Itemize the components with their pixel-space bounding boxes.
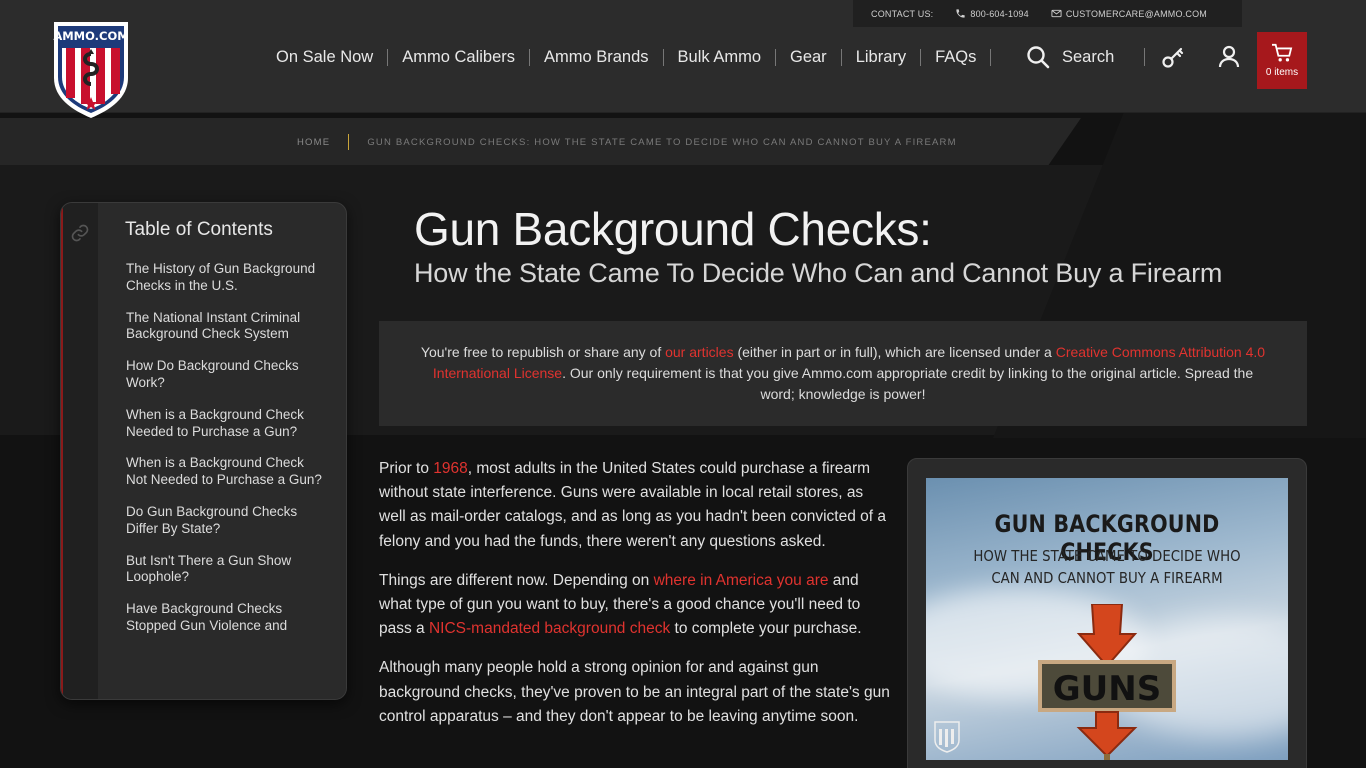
email-link[interactable]: CUSTOMERCARE@AMMO.COM: [1051, 8, 1207, 19]
phone-link[interactable]: 800-604-1094: [955, 8, 1029, 19]
cart-button[interactable]: 0 items: [1257, 32, 1307, 89]
featured-image: GUN BACKGROUND CHECKS HOW THE STATE CAME…: [926, 478, 1288, 760]
login-key-button[interactable]: [1161, 44, 1187, 70]
breadcrumb-current: GUN BACKGROUND CHECKS: HOW THE STATE CAM…: [367, 136, 957, 148]
our-articles-link[interactable]: our articles: [665, 344, 733, 360]
key-icon: [1162, 47, 1184, 68]
page-subtitle: How the State Came To Decide Who Can and…: [414, 258, 1223, 288]
contact-bar: CONTACT US: 800-604-1094 CUSTOMERCARE@AM…: [853, 0, 1242, 27]
page-title: Gun Background Checks:: [414, 203, 932, 255]
toc-item[interactable]: How Do Background Checks Work?: [126, 358, 326, 392]
paragraph: Although many people hold a strong opini…: [379, 659, 890, 725]
search-button[interactable]: Search: [1026, 44, 1114, 70]
search-label: Search: [1062, 47, 1115, 66]
toc-rail: [61, 203, 98, 699]
toc-item[interactable]: Do Gun Background Checks Differ By State…: [126, 504, 326, 538]
cart-count: 0 items: [1265, 67, 1299, 78]
ammo-logo[interactable]: AMMO.COM: [52, 20, 130, 120]
toc-list: The History of Gun Background Checks in …: [126, 261, 326, 650]
nav-faqs[interactable]: FAQs: [921, 48, 990, 67]
link-icon[interactable]: [70, 223, 90, 243]
nav-on-sale[interactable]: On Sale Now: [262, 48, 387, 67]
nav-ammo-calibers[interactable]: Ammo Calibers: [388, 48, 529, 67]
notice-text: . Our only requirement is that you give …: [562, 365, 1254, 402]
breadcrumb-divider: [348, 134, 350, 150]
toc-item[interactable]: When is a Background Check Not Needed to…: [126, 455, 326, 489]
nav-library[interactable]: Library: [842, 48, 920, 67]
toc-fade: [98, 669, 346, 699]
toc-item[interactable]: Have Background Checks Stopped Gun Viole…: [126, 601, 326, 635]
contact-label: CONTACT US:: [871, 8, 934, 19]
logo-text: AMMO.COM: [53, 29, 128, 43]
nav-divider: [1144, 48, 1145, 66]
ammo-watermark-logo: [934, 721, 960, 753]
email-address: CUSTOMERCARE@AMMO.COM: [1065, 8, 1208, 19]
cart-icon: [1272, 43, 1293, 62]
toc-item[interactable]: When is a Background Check Needed to Pur…: [126, 407, 326, 441]
table-of-contents: Table of Contents The History of Gun Bac…: [60, 202, 347, 700]
toc-item[interactable]: The National Instant Criminal Background…: [126, 310, 326, 344]
site-header: CONTACT US: 800-604-1094 CUSTOMERCARE@AM…: [0, 0, 1366, 118]
article-body: Prior to 1968, most adults in the United…: [379, 457, 891, 744]
paragraph-text: to complete your purchase.: [670, 620, 862, 638]
account-button[interactable]: [1216, 44, 1242, 70]
guns-sign-graphic: GUNS: [1038, 604, 1176, 760]
sign-text: GUNS: [1053, 669, 1161, 709]
paragraph-text: Prior to: [379, 460, 434, 477]
toc-item[interactable]: The History of Gun Background Checks in …: [126, 261, 326, 295]
user-icon: [1218, 45, 1240, 68]
main-nav: On Sale Now Ammo Calibers Ammo Brands Bu…: [262, 44, 992, 70]
mail-icon: [1051, 9, 1062, 18]
where-in-america-link[interactable]: where in America you are: [654, 572, 829, 589]
nav-ammo-brands[interactable]: Ammo Brands: [530, 48, 663, 67]
paragraph: Prior to 1968, most adults in the United…: [379, 457, 891, 554]
paragraph-text: Things are different now. Depending on: [379, 571, 654, 589]
image-subtitle: HOW THE STATE CAME TO DECIDE WHO CAN AND…: [951, 545, 1262, 589]
nav-bulk-ammo[interactable]: Bulk Ammo: [664, 48, 775, 67]
paragraph: Things are different now. Depending on w…: [379, 569, 891, 642]
breadcrumb: HOME GUN BACKGROUND CHECKS: HOW THE STAT…: [297, 133, 957, 151]
nics-background-check-link[interactable]: NICS-mandated background check: [429, 620, 670, 637]
toc-title: Table of Contents: [125, 219, 273, 240]
notice-text: (either in part or in full), which are l…: [733, 344, 1056, 360]
nav-gear[interactable]: Gear: [776, 48, 841, 67]
breadcrumb-home[interactable]: HOME: [297, 137, 330, 148]
search-icon: [1027, 46, 1050, 69]
notice-text: You're free to republish or share any of: [420, 344, 666, 360]
image-subtitle-line: CAN AND CANNOT BUY A FIREARM: [991, 569, 1223, 587]
phone-icon: [956, 9, 965, 18]
license-notice: You're free to republish or share any of…: [379, 321, 1307, 426]
nav-divider: [990, 48, 992, 66]
toc-item[interactable]: But Isn't There a Gun Show Loophole?: [126, 553, 326, 587]
year-1968-link[interactable]: 1968: [433, 460, 467, 477]
image-subtitle-line: HOW THE STATE CAME TO DECIDE WHO: [973, 547, 1241, 565]
phone-number: 800-604-1094: [970, 8, 1029, 19]
